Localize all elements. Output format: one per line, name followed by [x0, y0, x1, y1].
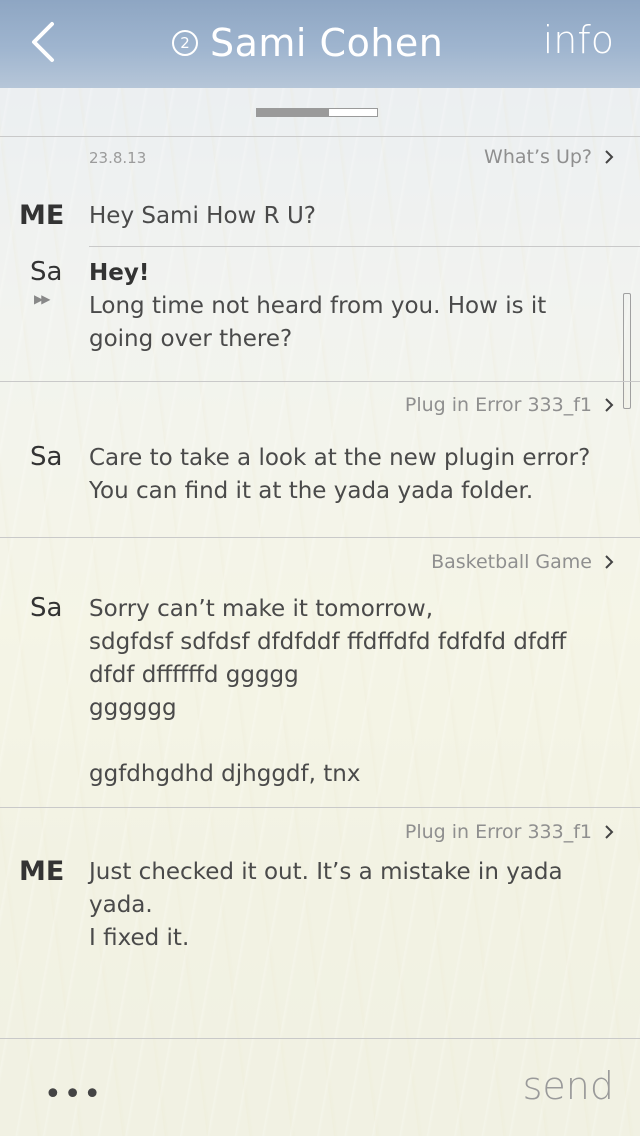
contact-name: Sami Cohen	[210, 21, 444, 65]
back-button[interactable]	[26, 20, 62, 64]
thread-subject-label: Plug in Error 333_f1	[404, 821, 592, 843]
message-sender: Sa	[30, 442, 63, 472]
divider	[0, 537, 640, 538]
divider	[0, 807, 640, 808]
message-sender: Sa	[30, 593, 63, 623]
thread-subject-label: Basketball Game	[431, 551, 592, 573]
thread-subject-label: Plug in Error 333_f1	[404, 394, 592, 416]
message-text: Just checked it out. It’s a mistake in y…	[89, 859, 563, 951]
thread-subject-basketball-game[interactable]: Basketball Game	[431, 551, 614, 573]
chevron-right-icon	[605, 555, 614, 569]
more-options-button[interactable]: •••	[44, 1080, 103, 1110]
loading-progress-bar	[256, 108, 378, 117]
thread-subject-plugin-error[interactable]: Plug in Error 333_f1	[405, 394, 614, 416]
message-bold-text: Hey!	[89, 260, 150, 286]
divider	[0, 381, 640, 382]
progress-fill	[257, 109, 329, 116]
page-title: 2 Sami Cohen	[172, 18, 443, 68]
divider	[0, 136, 640, 137]
thread-date: 23.8.13	[89, 149, 147, 167]
chevron-right-icon	[605, 150, 614, 164]
fast-forward-icon: ▶▶	[34, 292, 51, 306]
thread-subject-plugin-error-2[interactable]: Plug in Error 333_f1	[405, 821, 614, 843]
message-text: Sorry can’t make it tomorrow, sdgfdsf sd…	[89, 596, 567, 787]
header-bar: 2 Sami Cohen info	[0, 0, 640, 88]
scrollbar[interactable]	[623, 293, 631, 409]
thread-count-badge: 2	[172, 30, 198, 56]
send-button[interactable]: send	[523, 1064, 614, 1108]
message-text: Care to take a look at the new plugin er…	[89, 445, 591, 504]
message-sender: ME	[19, 856, 65, 887]
message-body: Long time not heard from you. How is it …	[89, 293, 547, 352]
divider	[89, 246, 640, 247]
message-text: Hey! Long time not heard from you. How is…	[89, 257, 546, 356]
message-text: Hey Sami How R U?	[89, 203, 316, 229]
message-sender: ME	[19, 200, 65, 231]
chevron-right-icon	[605, 825, 614, 839]
thread-subject-whats-up[interactable]: What’s Up?	[484, 146, 614, 168]
divider	[0, 1038, 640, 1039]
chevron-right-icon	[605, 398, 614, 412]
message-sender: Sa	[30, 257, 63, 287]
info-button[interactable]: info	[543, 18, 614, 62]
thread-subject-label: What’s Up?	[484, 146, 592, 168]
chevron-left-icon	[32, 22, 54, 62]
